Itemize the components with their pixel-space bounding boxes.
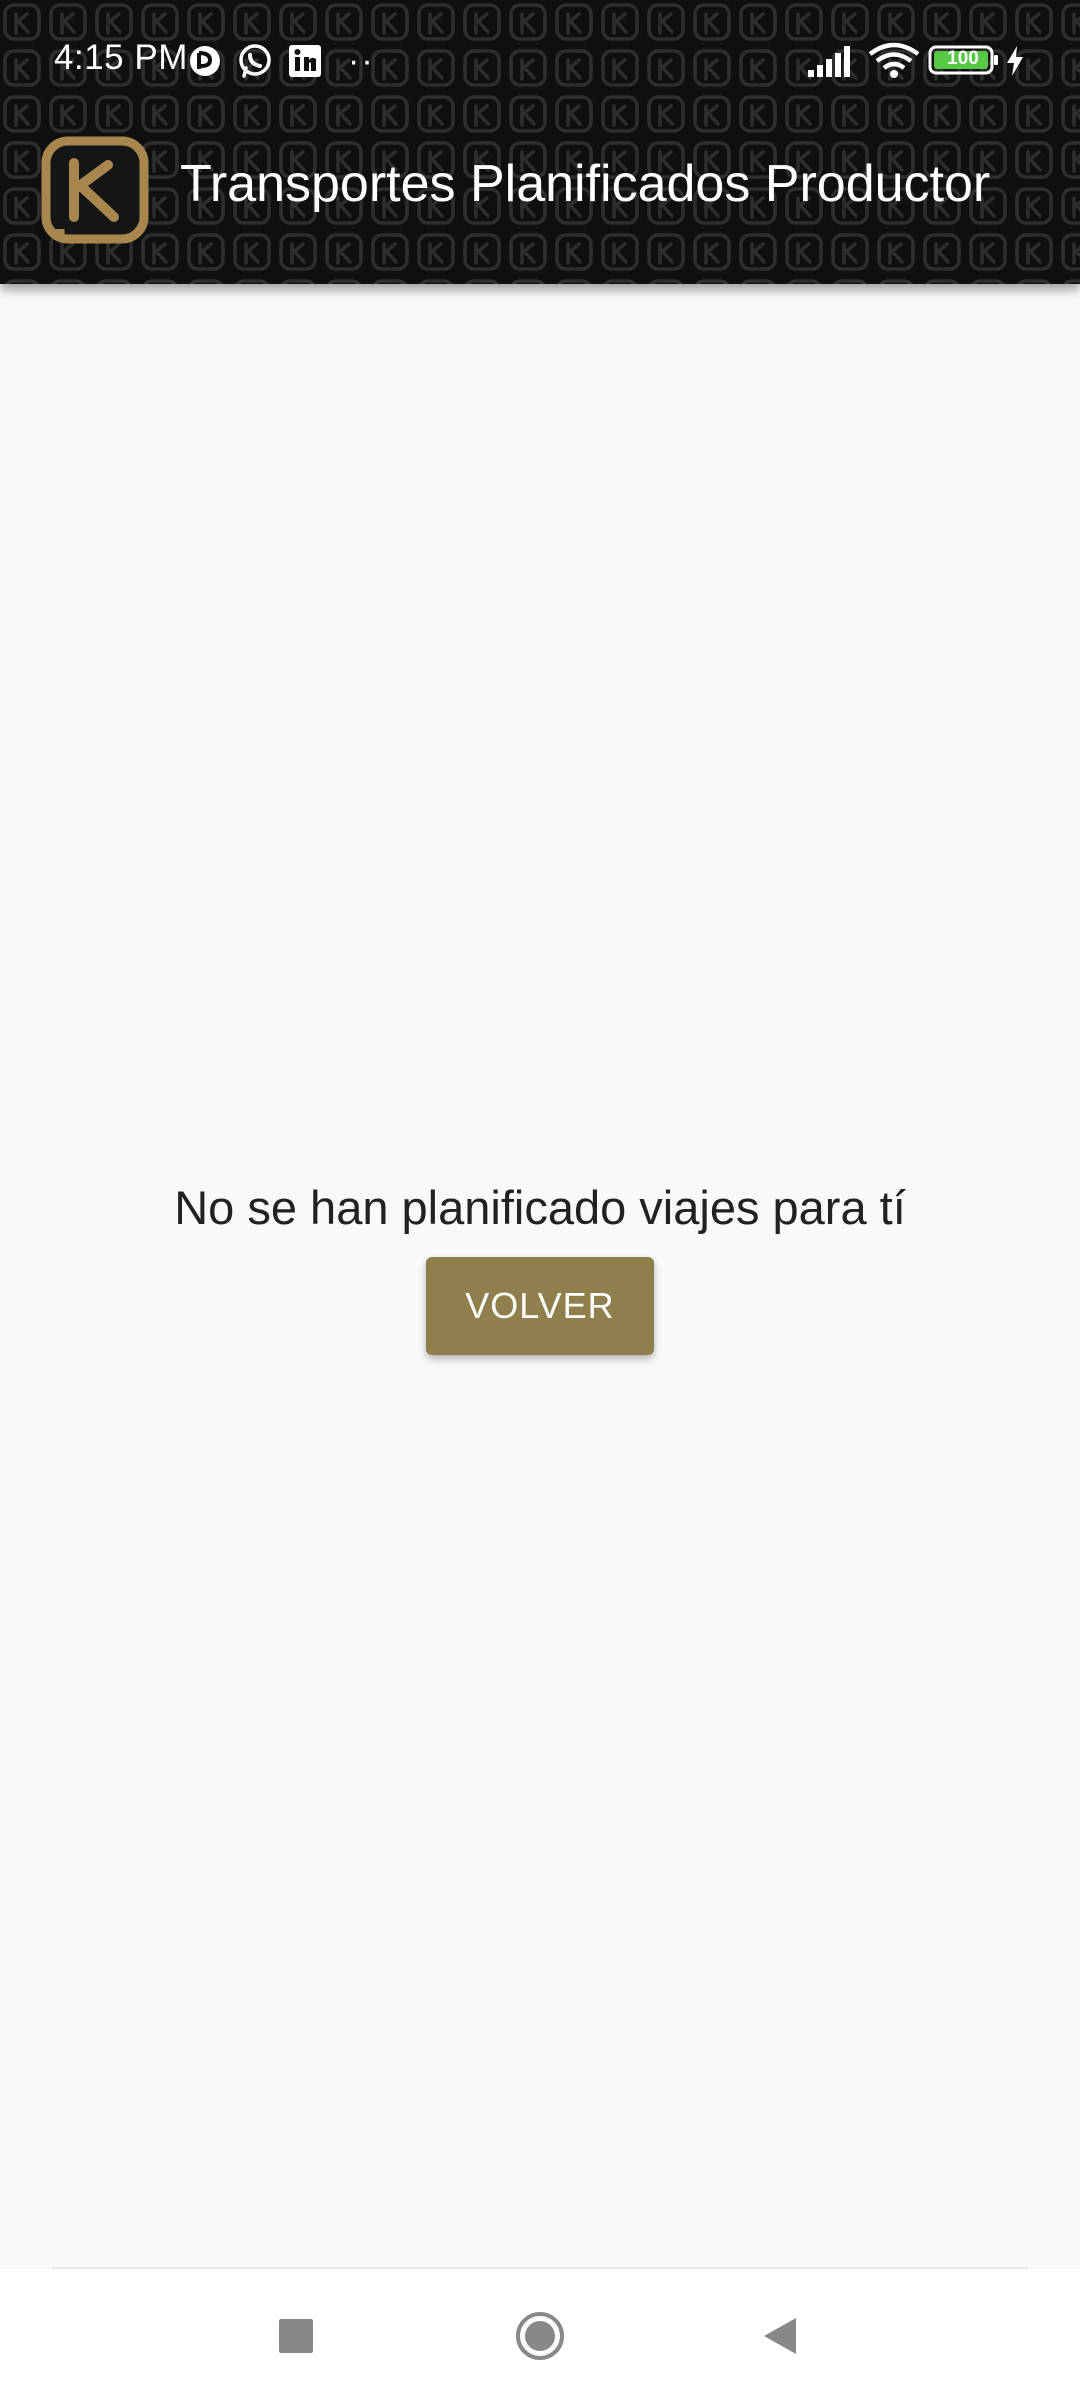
- more-notifications-indicator: ··: [348, 42, 375, 80]
- app-header: 4:15 PM ·· 100 Transportes Planificados …: [0, 0, 1080, 284]
- status-time: 4:15 PM: [54, 38, 188, 77]
- system-navigation-bar: [0, 2269, 1080, 2400]
- brand-logo-icon: [41, 136, 149, 244]
- empty-state-message: No se han planificado viajes para tí: [174, 1181, 906, 1234]
- app-notification-icon: [186, 42, 224, 80]
- back-button[interactable]: VOLVER: [426, 1257, 654, 1355]
- wifi-icon: [868, 42, 920, 85]
- charging-icon: [1004, 44, 1026, 83]
- app-title: Transportes Planificados Productor: [180, 155, 991, 213]
- app-toolbar: Transportes Planificados Productor: [0, 120, 1080, 284]
- back-triangle-icon[interactable]: [755, 2311, 805, 2361]
- home-circle-icon[interactable]: [515, 2311, 565, 2361]
- main-content: No se han planificado viajes para tí VOL…: [0, 284, 1080, 2268]
- recents-square-icon[interactable]: [271, 2311, 321, 2361]
- status-bar: 4:15 PM ·· 100: [0, 0, 1080, 120]
- battery-level: 100: [947, 48, 979, 69]
- whatsapp-icon: [236, 42, 274, 80]
- battery-icon: 100: [928, 44, 1000, 81]
- signal-icon: [806, 44, 856, 83]
- linkedin-icon: [286, 42, 324, 80]
